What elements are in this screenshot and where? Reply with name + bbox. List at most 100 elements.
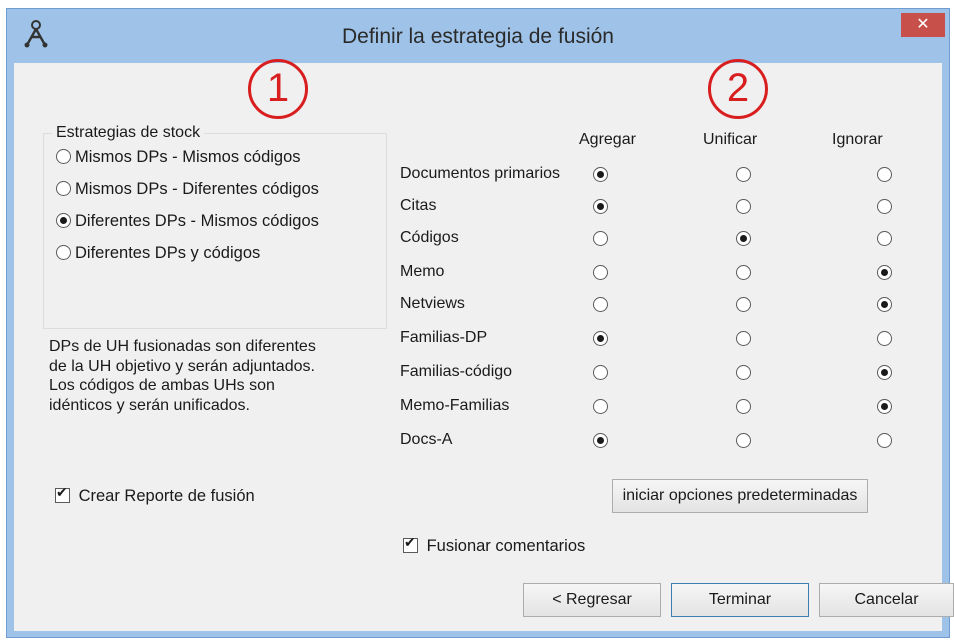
merge-choice-agregar-radio[interactable] bbox=[593, 433, 608, 451]
callout-marker-2: 2 bbox=[708, 59, 768, 119]
finish-button[interactable]: Terminar bbox=[671, 583, 809, 617]
dialog-body: 1 2 Estrategias de stock Mismos DPs - Mi… bbox=[14, 59, 954, 631]
description-line: idénticos y serán unificados. bbox=[49, 396, 250, 414]
merge-option-row: Códigos bbox=[400, 223, 940, 255]
merge-choice-agregar-radio[interactable] bbox=[593, 331, 608, 349]
merge-option-row: Memo bbox=[400, 257, 940, 289]
merge-choice-unificar-radio[interactable] bbox=[736, 231, 751, 249]
radio-button[interactable] bbox=[736, 199, 751, 214]
merge-choice-agregar-radio[interactable] bbox=[593, 265, 608, 283]
radio-button[interactable] bbox=[56, 245, 71, 260]
radio-button[interactable] bbox=[593, 199, 608, 214]
title-bar[interactable]: Definir la estrategia de fusión ✕ bbox=[7, 9, 949, 61]
fusionar-comentarios-checkbox[interactable]: Fusionar comentarios bbox=[403, 535, 585, 556]
merge-option-row: Documentos primarios bbox=[400, 159, 940, 191]
back-button[interactable]: < Regresar bbox=[523, 583, 661, 617]
close-button[interactable]: ✕ bbox=[901, 13, 945, 37]
radio-button[interactable] bbox=[736, 297, 751, 312]
stock-option-label: Diferentes DPs y códigos bbox=[75, 244, 261, 262]
merge-choice-agregar-radio[interactable] bbox=[593, 365, 608, 383]
radio-button[interactable] bbox=[736, 365, 751, 380]
merge-option-label: Citas bbox=[400, 197, 437, 214]
callout-marker-1: 1 bbox=[248, 59, 308, 119]
merge-option-label: Familias-DP bbox=[400, 329, 488, 346]
stock-option-label: Mismos DPs - Diferentes códigos bbox=[75, 180, 319, 198]
merge-choice-unificar-radio[interactable] bbox=[736, 433, 751, 451]
merge-option-label: Docs-A bbox=[400, 431, 453, 448]
merge-choice-agregar-radio[interactable] bbox=[593, 231, 608, 249]
merge-choice-ignorar-radio[interactable] bbox=[877, 167, 892, 185]
radio-button[interactable] bbox=[736, 265, 751, 280]
radio-button[interactable] bbox=[593, 265, 608, 280]
merge-choice-unificar-radio[interactable] bbox=[736, 199, 751, 217]
merge-option-row: Citas bbox=[400, 191, 940, 223]
merge-choice-ignorar-radio[interactable] bbox=[877, 297, 892, 315]
description-line: de la UH objetivo y serán adjuntados. bbox=[49, 357, 315, 375]
merge-option-label: Documentos primarios bbox=[400, 165, 561, 182]
merge-choice-ignorar-radio[interactable] bbox=[877, 231, 892, 249]
radio-button[interactable] bbox=[736, 399, 751, 414]
radio-button[interactable] bbox=[593, 167, 608, 182]
radio-button[interactable] bbox=[877, 433, 892, 448]
merge-option-row: Familias-código bbox=[400, 357, 940, 389]
checkbox-box[interactable] bbox=[55, 485, 70, 503]
stock-strategies-legend: Estrategias de stock bbox=[52, 124, 205, 142]
radio-button[interactable] bbox=[593, 231, 608, 246]
merge-choice-unificar-radio[interactable] bbox=[736, 399, 751, 417]
radio-button[interactable] bbox=[593, 331, 608, 346]
radio-button[interactable] bbox=[877, 199, 892, 214]
stock-option-radio[interactable]: Mismos DPs - Mismos códigos bbox=[56, 146, 301, 168]
merge-choice-unificar-radio[interactable] bbox=[736, 167, 751, 185]
merge-choice-agregar-radio[interactable] bbox=[593, 297, 608, 315]
column-header-agregar: Agregar bbox=[579, 131, 636, 148]
description-line: Los códigos de ambas UHs son bbox=[49, 377, 275, 394]
radio-button[interactable] bbox=[877, 297, 892, 312]
window-title: Definir la estrategia de fusión bbox=[342, 25, 614, 48]
merge-option-label: Códigos bbox=[400, 229, 459, 246]
radio-button[interactable] bbox=[736, 231, 751, 246]
radio-button[interactable] bbox=[736, 331, 751, 346]
merge-choice-ignorar-radio[interactable] bbox=[877, 331, 892, 349]
radio-button[interactable] bbox=[877, 331, 892, 346]
merge-choice-unificar-radio[interactable] bbox=[736, 297, 751, 315]
merge-choice-unificar-radio[interactable] bbox=[736, 265, 751, 283]
merge-choice-agregar-radio[interactable] bbox=[593, 399, 608, 417]
merge-choice-ignorar-radio[interactable] bbox=[877, 399, 892, 417]
reset-defaults-button[interactable]: iniciar opciones predeterminadas bbox=[612, 479, 868, 513]
radio-button[interactable] bbox=[593, 399, 608, 414]
merge-choice-agregar-radio[interactable] bbox=[593, 199, 608, 217]
radio-button[interactable] bbox=[877, 167, 892, 182]
radio-button[interactable] bbox=[736, 433, 751, 448]
stock-option-label: Diferentes DPs - Mismos códigos bbox=[75, 212, 319, 230]
close-icon: ✕ bbox=[916, 16, 930, 33]
crear-reporte-checkbox[interactable]: Crear Reporte de fusión bbox=[55, 485, 255, 506]
stock-option-radio[interactable]: Mismos DPs - Diferentes códigos bbox=[56, 178, 319, 200]
radio-button[interactable] bbox=[56, 213, 71, 228]
merge-choice-ignorar-radio[interactable] bbox=[877, 365, 892, 383]
checkbox-box[interactable] bbox=[403, 535, 418, 553]
merge-option-label: Familias-código bbox=[400, 363, 513, 380]
merge-choice-ignorar-radio[interactable] bbox=[877, 433, 892, 451]
radio-button[interactable] bbox=[877, 231, 892, 246]
radio-button[interactable] bbox=[736, 167, 751, 182]
stock-option-radio[interactable]: Diferentes DPs - Mismos códigos bbox=[56, 210, 319, 232]
merge-choice-unificar-radio[interactable] bbox=[736, 365, 751, 383]
merge-option-label: Memo-Familias bbox=[400, 397, 510, 414]
merge-choice-ignorar-radio[interactable] bbox=[877, 199, 892, 217]
radio-button[interactable] bbox=[877, 265, 892, 280]
radio-button[interactable] bbox=[56, 181, 71, 196]
merge-choice-ignorar-radio[interactable] bbox=[877, 265, 892, 283]
stock-strategies-group: Estrategias de stock Mismos DPs - Mismos… bbox=[43, 124, 387, 329]
radio-button[interactable] bbox=[877, 365, 892, 380]
cancel-button[interactable]: Cancelar bbox=[819, 583, 954, 617]
merge-choice-unificar-radio[interactable] bbox=[736, 331, 751, 349]
stock-option-radio[interactable]: Diferentes DPs y códigos bbox=[56, 242, 260, 264]
radio-button[interactable] bbox=[593, 297, 608, 312]
radio-button[interactable] bbox=[56, 149, 71, 164]
radio-button[interactable] bbox=[593, 433, 608, 448]
merge-choice-agregar-radio[interactable] bbox=[593, 167, 608, 185]
radio-button[interactable] bbox=[877, 399, 892, 414]
merge-option-row: Familias-DP bbox=[400, 323, 940, 355]
merge-option-label: Netviews bbox=[400, 295, 465, 312]
radio-button[interactable] bbox=[593, 365, 608, 380]
